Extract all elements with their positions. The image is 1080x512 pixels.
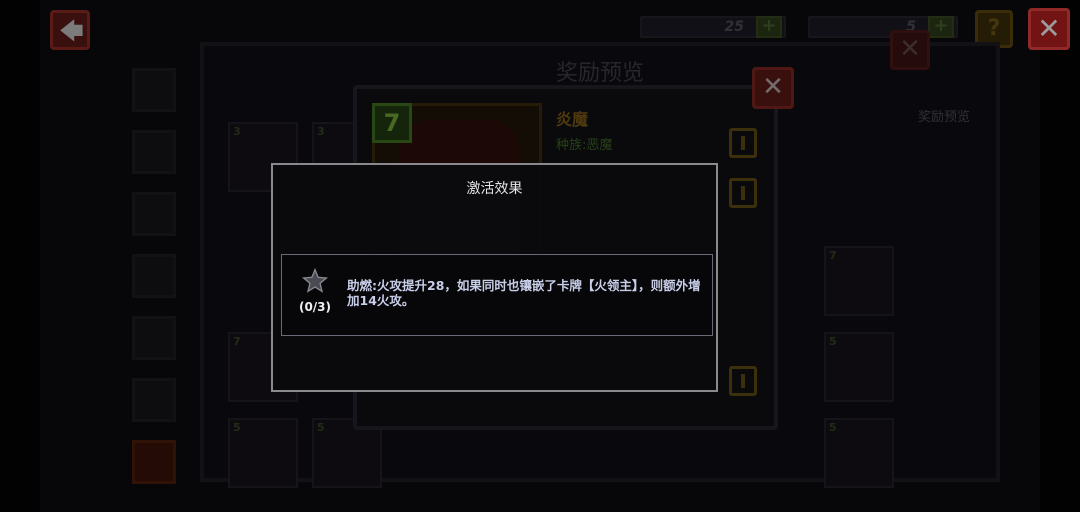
effect-progress: (0/3) — [298, 300, 332, 314]
activation-effect-dialog: 激活效果 (0/3) 助燃:火攻提升28，如果同时也镶嵌了卡牌【火领主】，则额外… — [271, 163, 718, 392]
dialog-title: 激活效果 — [466, 181, 523, 197]
star-icon — [302, 268, 328, 293]
effect-item: (0/3) 助燃:火攻提升28，如果同时也镶嵌了卡牌【火领主】，则额外增加14火… — [281, 254, 713, 336]
effect-description: 助燃:火攻提升28，如果同时也镶嵌了卡牌【火领主】，则额外增加14火攻。 — [347, 278, 701, 308]
